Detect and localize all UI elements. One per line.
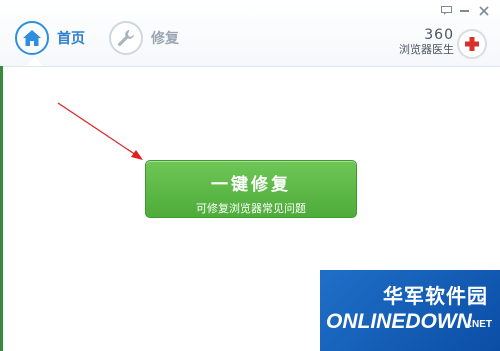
app-window: 首页 修复 360 浏览器医生 一键修复 可修复浏览器常见问题 华军软件园 ON… bbox=[0, 0, 500, 351]
tab-repair-label: 修复 bbox=[151, 30, 179, 46]
message-icon[interactable] bbox=[441, 6, 452, 15]
tab-home[interactable]: 首页 bbox=[15, 20, 85, 56]
home-icon bbox=[15, 21, 49, 55]
active-tab-pointer bbox=[27, 57, 43, 66]
minimize-icon[interactable] bbox=[460, 10, 469, 12]
one-click-repair-button[interactable]: 一键修复 可修复浏览器常见问题 bbox=[145, 160, 357, 218]
site-watermark: 华军软件园 ONLINEDOWN .NET bbox=[320, 270, 500, 351]
red-cross-icon bbox=[457, 29, 487, 59]
wrench-icon bbox=[109, 21, 143, 55]
header-bar: 首页 修复 360 浏览器医生 bbox=[0, 0, 500, 67]
brand-number: 360 bbox=[424, 27, 454, 43]
repair-button-subtitle: 可修复浏览器常见问题 bbox=[196, 203, 306, 215]
left-edge-strip bbox=[0, 66, 3, 351]
watermark-chinese: 华军软件园 bbox=[383, 286, 488, 308]
watermark-suffix: .NET bbox=[469, 319, 492, 330]
tab-home-label: 首页 bbox=[57, 30, 85, 46]
brand-name: 浏览器医生 bbox=[399, 44, 454, 56]
close-icon[interactable] bbox=[478, 5, 490, 17]
brand-block: 360 浏览器医生 bbox=[399, 28, 454, 57]
watermark-english: ONLINEDOWN bbox=[326, 310, 472, 333]
tab-repair[interactable]: 修复 bbox=[109, 20, 179, 56]
repair-button-title: 一键修复 bbox=[211, 175, 291, 194]
